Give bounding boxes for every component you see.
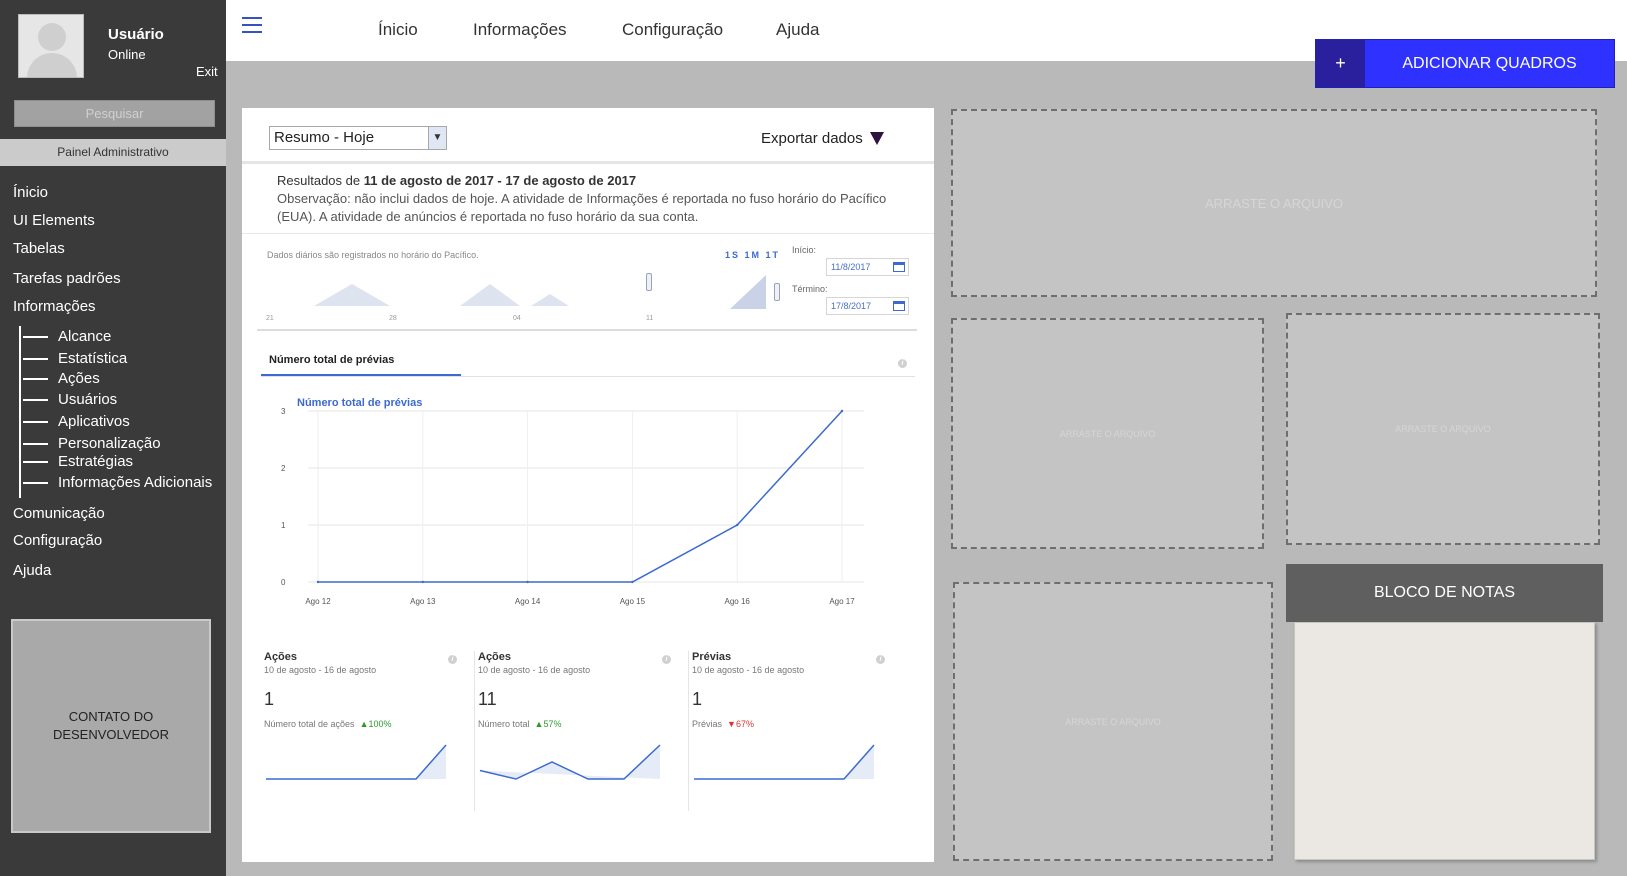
mini-card-subtitle: 10 de agosto - 16 de agosto (478, 665, 591, 675)
mini-card-label: Número total ▲57% (478, 719, 562, 729)
exit-link[interactable]: Exit (196, 64, 218, 79)
y-tick-label: 3 (281, 407, 286, 416)
mini-card-previas: Prévias i 10 de agosto - 16 de agosto 1 … (680, 651, 894, 811)
drop-zone-label: ARRASTE O ARQUIVO (1205, 195, 1343, 211)
notes-title: BLOCO DE NOTAS (1373, 584, 1516, 601)
data-point (526, 580, 529, 584)
sidebar-item-informacoes[interactable]: Informações (13, 298, 96, 315)
developer-contact-label: CONTATO DO DESENVOLVEDOR (52, 709, 170, 742)
sparkline-area (266, 745, 446, 779)
sparkline-area (480, 745, 660, 779)
mini-card-title: Ações (478, 651, 512, 663)
sidebar-subitem-info-adicionais[interactable]: Informações Adicionais (23, 474, 212, 491)
change-value: 57% (543, 719, 562, 729)
mini-card-value: 1 (264, 689, 275, 709)
series-line (318, 410, 843, 583)
info-icon[interactable]: i (448, 655, 457, 664)
user-name: Usuário (108, 26, 164, 43)
info-icon[interactable]: i (876, 655, 885, 664)
mini-card-acoes-total: Ações i 10 de agosto - 16 de agosto 11 N… (466, 651, 680, 811)
data-point (736, 523, 739, 527)
x-tick-label: Ago 12 (305, 597, 331, 606)
y-tick-label: 0 (281, 578, 286, 587)
sidebar-item-tabelas[interactable]: Tabelas (13, 240, 65, 257)
top-link-ajuda[interactable]: Ajuda (776, 20, 819, 40)
developer-contact-box[interactable]: CONTATO DO DESENVOLVEDOR (11, 619, 211, 833)
info-icon[interactable]: i (662, 655, 671, 664)
mini-card-acoes: Ações i 10 de agosto - 16 de agosto 1 Nú… (252, 651, 466, 811)
drop-zone[interactable]: ARRASTE O ARQUIVO (953, 582, 1273, 861)
mini-card-value: 11 (478, 689, 497, 709)
sidebar-item-comunicacao[interactable]: Comunicação (13, 505, 105, 522)
sidebar-subitem-usuarios[interactable]: Usuários (23, 391, 117, 408)
data-point (316, 580, 320, 584)
sidebar-item-ui-elements[interactable]: UI Elements (13, 212, 95, 229)
mini-card-subtitle: 10 de agosto - 16 de agosto (264, 665, 377, 675)
user-status: Online (108, 47, 146, 62)
x-tick-label: Ago 17 (829, 597, 855, 606)
trend-down-icon: ▼ (727, 719, 736, 729)
drop-zone[interactable]: ARRASTE O ARQUIVO (951, 318, 1264, 549)
panel-title: Painel Administrativo (0, 139, 226, 166)
mini-card-value: 1 (692, 689, 703, 709)
drop-zone-large[interactable]: ARRASTE O ARQUIVO (951, 109, 1597, 297)
mini-card-subtitle: 10 de agosto - 16 de agosto (692, 665, 805, 675)
mini-card-label: Prévias ▼67% (692, 719, 754, 729)
avatar (18, 14, 84, 78)
sidebar-item-inicio[interactable]: Ínicio (13, 184, 48, 201)
mini-card-title: Prévias (692, 651, 732, 663)
top-link-configuracao[interactable]: Configuração (622, 20, 723, 40)
drop-zone-label: ARRASTE O ARQUIVO (1065, 716, 1161, 727)
sidebar-subitem-acoes[interactable]: Ações (23, 370, 100, 387)
drop-zone-label: ARRASTE O ARQUIVO (1395, 424, 1491, 434)
sidebar-subitem-estrategias[interactable]: Estratégias (23, 453, 133, 470)
change-value: 100% (368, 719, 392, 729)
notes-textarea[interactable] (1294, 622, 1595, 860)
sparkline-line (266, 744, 447, 780)
add-boards-button[interactable]: + ADICIONAR QUADROS (1315, 39, 1615, 88)
sparkline (694, 744, 875, 780)
sidebar: Usuário Online Exit Pesquisar Painel Adm… (0, 0, 226, 876)
y-tick-label: 1 (281, 521, 286, 530)
y-tick-label: 2 (281, 464, 286, 473)
top-link-informacoes[interactable]: Informações (473, 20, 567, 40)
add-boards-label: ADICIONAR QUADROS (1402, 54, 1577, 72)
sidebar-subitem-personalizacao[interactable]: Personalização (23, 435, 161, 452)
insights-card: Resumo - Hoje ▼ Exportar dados Resultado… (242, 108, 934, 862)
data-point (840, 409, 844, 413)
sidebar-item-ajuda[interactable]: Ajuda (13, 562, 51, 579)
sparkline-line (694, 744, 875, 780)
sparkline (266, 744, 447, 780)
x-tick-label: Ago 14 (515, 597, 541, 606)
trend-up-icon: ▲ (359, 719, 369, 729)
plus-icon: + (1316, 40, 1365, 87)
data-point (631, 580, 634, 584)
notes-header: BLOCO DE NOTAS (1286, 564, 1603, 622)
sparkline (479, 744, 661, 780)
change-value: 67% (735, 719, 754, 729)
x-tick-label: Ago 16 (725, 597, 751, 606)
sidebar-subitem-alcance[interactable]: Alcance (23, 328, 111, 345)
drop-zone[interactable]: ARRASTE O ARQUIVO (1286, 313, 1600, 545)
sidebar-subitem-aplicativos[interactable]: Aplicativos (23, 413, 130, 430)
x-tick-label: Ago 15 (620, 597, 646, 606)
data-point (421, 580, 424, 584)
sidebar-item-configuracao[interactable]: Configuração (13, 532, 102, 549)
sidebar-subitem-estatistica[interactable]: Estatística (23, 350, 127, 367)
sparkline-area (694, 745, 874, 779)
mini-card-label: Número total de ações ▲100% (264, 719, 392, 729)
top-link-inicio[interactable]: Ínicio (378, 20, 418, 40)
drop-zone-label: ARRASTE O ARQUIVO (1059, 428, 1156, 439)
x-tick-label: Ago 13 (410, 597, 436, 606)
sidebar-item-tarefas[interactable]: Tarefas padrões (13, 270, 121, 287)
hamburger-menu-icon[interactable] (242, 17, 262, 34)
mini-card-title: Ações (264, 651, 298, 663)
search-input[interactable]: Pesquisar (14, 100, 215, 127)
tree-line (19, 326, 21, 498)
